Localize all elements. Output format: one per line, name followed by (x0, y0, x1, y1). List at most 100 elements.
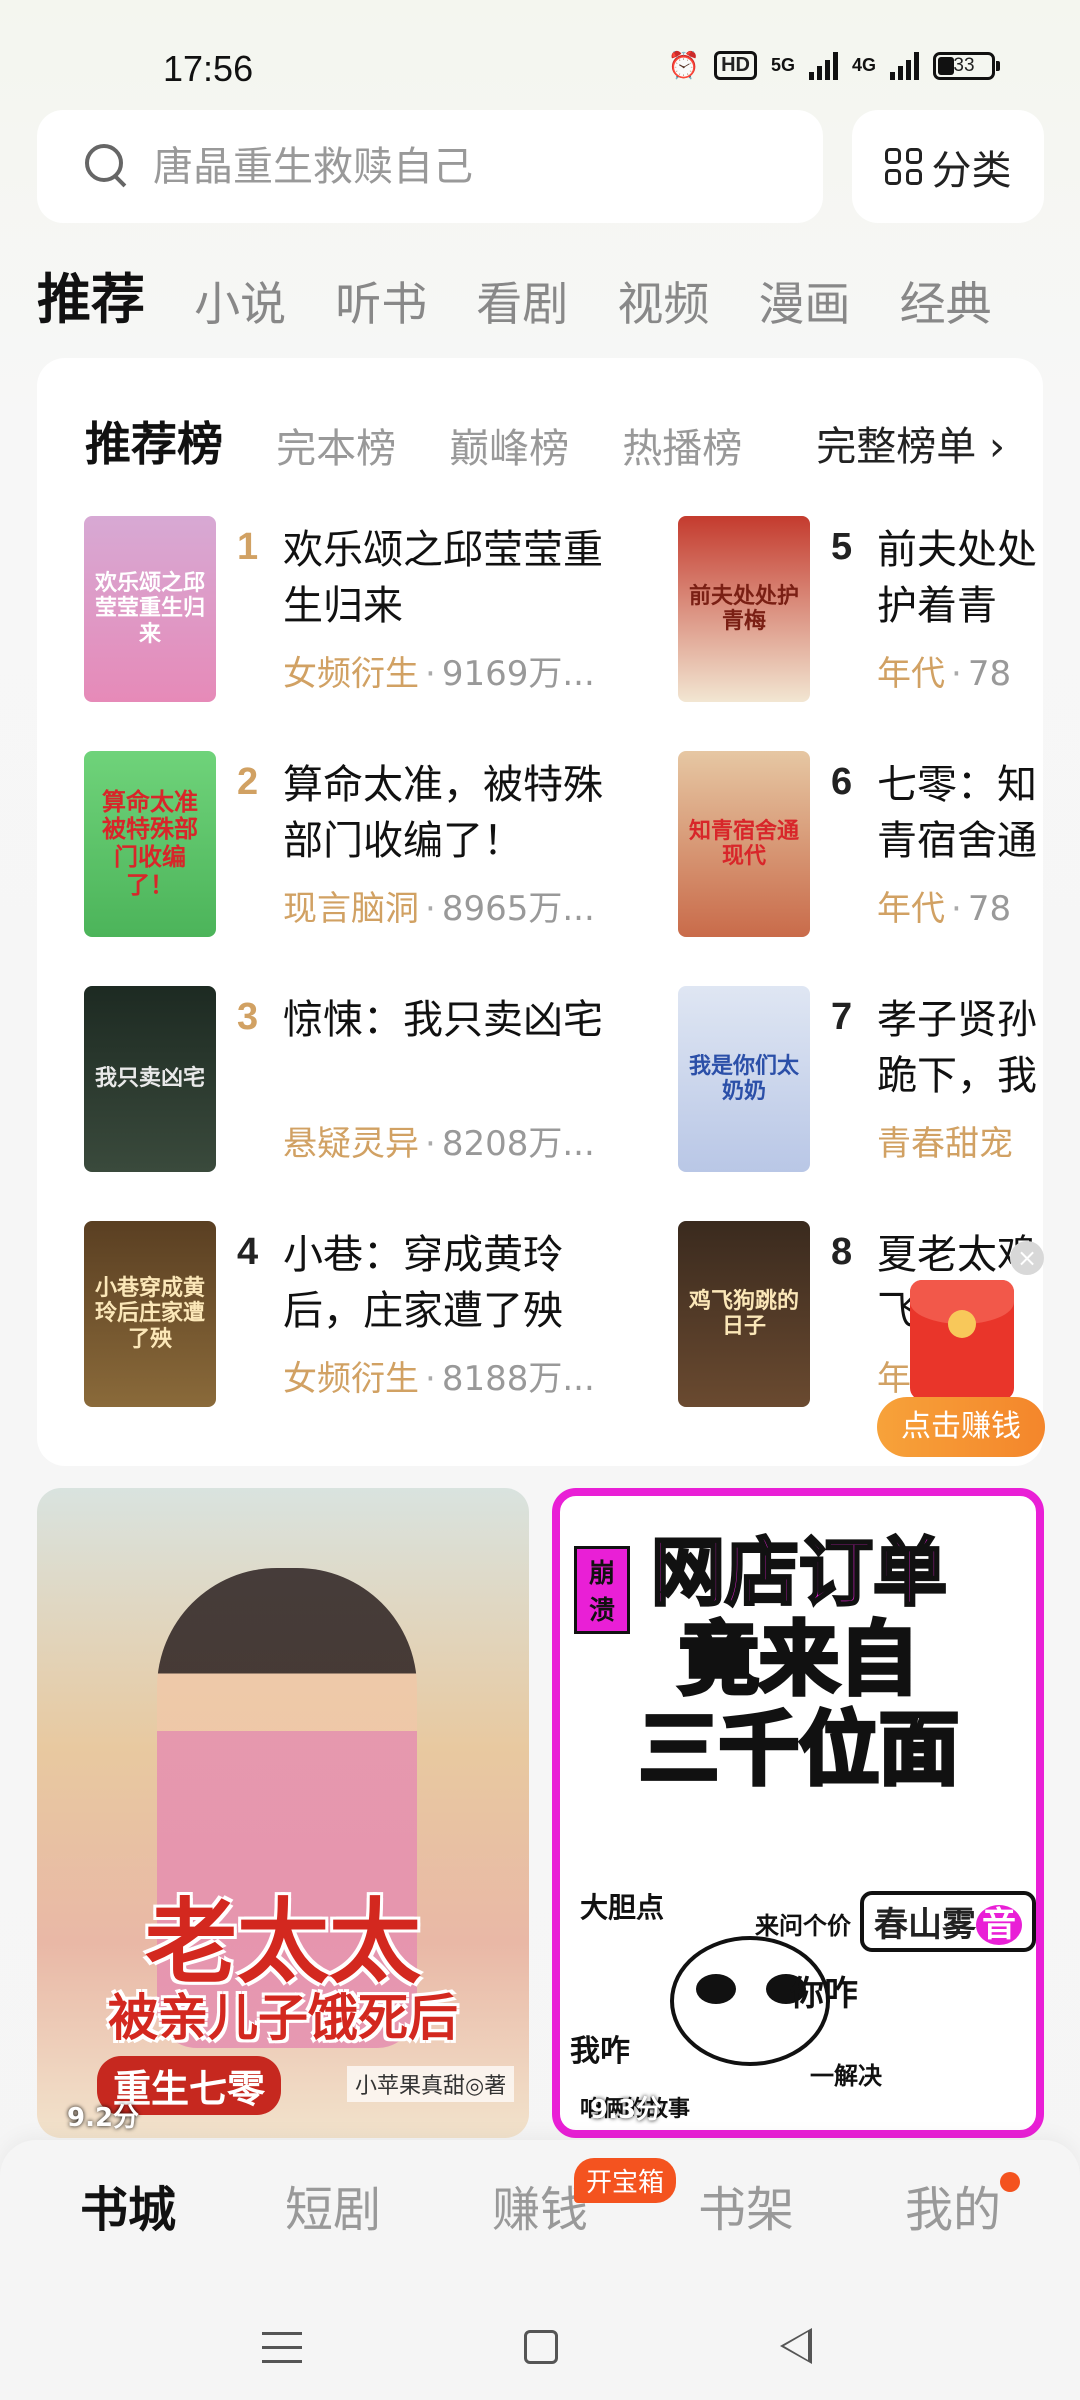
book-genre: 年 (877, 1359, 911, 1399)
battery-icon: 33 (933, 51, 1000, 80)
book-genre: 女频衍生 (283, 654, 419, 694)
grid-icon (884, 148, 922, 185)
full-ranking-link[interactable]: 完整榜单 › (816, 414, 1005, 472)
system-navigation-bar (0, 2320, 1080, 2380)
cover-text: 欢乐颂之邱莹莹重生归来 (94, 571, 205, 647)
tab-comic[interactable]: 漫画 (758, 268, 850, 334)
status-icons: ⏰ HD 5G 4G 33 (668, 50, 1000, 81)
book-title: 欢乐颂之邱莹莹重生归来 (283, 527, 603, 629)
book-title: 惊悚：我只卖凶宅 (283, 997, 603, 1043)
ranking-item[interactable]: 前夫处处护青梅 5 前夫处处护着青梅，重生 年代·78 (631, 516, 1043, 706)
nav-me[interactable]: 我的 (850, 2170, 1056, 2240)
bottom-navigation: 书城 短剧 赚钱 开宝箱 书架 我的 (0, 2140, 1080, 2400)
nav-short-drama[interactable]: 短剧 (230, 2170, 436, 2240)
poster-caption: 大胆点 (580, 1891, 665, 1924)
rank-tab-finished[interactable]: 完本榜 (276, 416, 396, 474)
poster-caption: 来问个价 (755, 1912, 851, 1940)
cover-text: 小巷穿成黄玲后庄家遭了殃 (94, 1276, 205, 1352)
book-cover: 鸡飞狗跳的日子 (678, 1221, 810, 1407)
earn-money-button[interactable]: 点击赚钱 (877, 1397, 1045, 1457)
tab-audiobook[interactable]: 听书 (335, 268, 427, 334)
close-icon[interactable]: × (1010, 1241, 1044, 1275)
book-cover: 知青宿舍通现代 (678, 751, 810, 937)
book-count: 8208万... (441, 1124, 595, 1164)
menu-icon[interactable] (262, 2332, 302, 2374)
net-4g-label: 4G (851, 55, 876, 75)
cover-text: 我只卖凶宅 (94, 1066, 205, 1092)
ranking-item[interactable]: 我只卖凶宅 3 惊悚：我只卖凶宅 悬疑灵异 · 8208万... (37, 986, 603, 1176)
status-bar: 17:56 ⏰ HD 5G 4G 33 (0, 0, 1080, 110)
ranking-item[interactable]: 算命太准被特殊部门收编了！ 2 算命太准，被特殊部门收编了！ 现言脑洞 · 8965… (37, 751, 603, 941)
signal-icon (808, 51, 838, 80)
ranking-item[interactable]: 知青宿舍通现代 6 七零：知青宿舍通现代 年代·78 (631, 751, 1043, 941)
cover-text: 知青宿舍通现代 (688, 818, 799, 869)
book-count: 78 (967, 889, 1012, 929)
net-5g-label: 5G (770, 55, 795, 75)
cover-text: 算命太准被特殊部门收编了！ (102, 787, 198, 899)
rank-tab-hot[interactable]: 热播榜 (622, 416, 742, 474)
rank-tab-recommend[interactable]: 推荐榜 (85, 408, 223, 474)
tab-video[interactable]: 视频 (617, 268, 709, 334)
book-cover: 我只卖凶宅 (84, 986, 216, 1172)
tab-recommend[interactable]: 推荐 (37, 255, 145, 334)
featured-book-card[interactable]: 老太太 被亲儿子饿死后 重生七零 小苹果真甜◎著 9.2分 (37, 1488, 529, 2138)
poster-line: 三千位面 (637, 1703, 961, 1796)
poster-line: 网店订单 (650, 1530, 949, 1616)
rank-number: 1 (237, 526, 259, 568)
poster-caption: 一解决 (810, 2062, 882, 2090)
book-count: 78 (967, 654, 1012, 694)
book-genre: 女频衍生 (283, 1359, 419, 1399)
book-cover: 欢乐颂之邱莹莹重生归来 (84, 516, 216, 702)
ranking-item[interactable]: 我是你们太奶奶 7 孝子贤孙跪下，我是 青春甜宠 (631, 986, 1043, 1176)
poster-caption: 你咋 (790, 1974, 858, 2014)
rank-number: 4 (237, 1231, 259, 1273)
notification-dot (1000, 2172, 1020, 2192)
book-genre: 青春甜宠 (877, 1124, 1013, 1164)
book-score: 9.2分 (67, 2103, 140, 2133)
search-bar[interactable] (37, 110, 823, 223)
book-title: 孝子贤孙跪下，我是 (877, 997, 1037, 1099)
book-count: 8188万... (441, 1359, 595, 1399)
book-cover: 我是你们太奶奶 (678, 986, 810, 1172)
rank-tab-peak[interactable]: 巅峰榜 (449, 416, 569, 474)
rank-number: 2 (237, 761, 259, 803)
top-tabs: 推荐 小说 听书 看剧 视频 漫画 经典 (37, 255, 1080, 335)
home-icon[interactable] (524, 2330, 558, 2364)
ranking-item[interactable]: 欢乐颂之邱莹莹重生归来 1 欢乐颂之邱莹莹重生归来 女频衍生 · 9169万... (37, 516, 603, 706)
signal-icon-2 (890, 51, 919, 80)
search-input[interactable] (153, 143, 793, 190)
book-title: 七零：知青宿舍通现代 (877, 762, 1037, 864)
category-label: 分类 (931, 147, 1012, 194)
cover-text: 鸡飞狗跳的日子 (688, 1288, 799, 1339)
tab-classic[interactable]: 经典 (900, 268, 992, 334)
rank-number: 7 (831, 996, 853, 1038)
ranking-card: 推荐榜 完本榜 巅峰榜 热播榜 完整榜单 › 欢乐颂之邱莹莹重生归来 1 欢乐颂… (37, 358, 1043, 1466)
poster-sign: 春山雾音 (860, 1891, 1036, 1952)
book-count: 9169万... (441, 654, 595, 694)
sign-text: 春山雾 (874, 1905, 976, 1945)
book-genre: 现言脑洞 (283, 889, 419, 929)
nav-bookshelf[interactable]: 书架 (643, 2170, 849, 2240)
tab-drama[interactable]: 看剧 (476, 268, 568, 334)
red-envelope-icon[interactable] (910, 1280, 1014, 1400)
poster-author: 小苹果真甜◎著 (347, 2066, 515, 2102)
alarm-icon: ⏰ (667, 50, 701, 80)
tab-novel[interactable]: 小说 (194, 268, 286, 334)
book-genre: 年代 (877, 889, 945, 929)
ranking-tabs: 推荐榜 完本榜 巅峰榜 热播榜 完整榜单 › (85, 408, 1043, 478)
featured-book-card[interactable]: 崩溃 网店订单 竟来自 三千位面 大胆点 来问个价 春山雾音 你咋 我咋 一解决… (552, 1488, 1044, 2138)
poster-headline: 网店订单 竟来自 三千位面 (574, 1530, 1024, 1796)
category-button[interactable]: 分类 (852, 110, 1044, 223)
poster-subtitle: 被亲儿子饿死后 (108, 1989, 458, 2047)
nav-bookstore[interactable]: 书城 (25, 2170, 231, 2240)
chevron-right-icon: › (989, 424, 1005, 470)
back-icon[interactable] (780, 2328, 812, 2364)
book-cover: 算命太准被特殊部门收编了！ (84, 751, 216, 937)
book-score: 9.3分 (590, 2095, 663, 2125)
search-icon (85, 143, 131, 190)
ranking-item[interactable]: 小巷穿成黄玲后庄家遭了殃 4 小巷：穿成黄玲后，庄家遭了殃 女频衍生 · 8188万… (37, 1221, 597, 1411)
full-ranking-label: 完整榜单 (816, 424, 977, 470)
book-genre: 年代 (877, 654, 945, 694)
sign-badge: 音 (976, 1905, 1022, 1945)
rank-number: 5 (831, 526, 853, 568)
